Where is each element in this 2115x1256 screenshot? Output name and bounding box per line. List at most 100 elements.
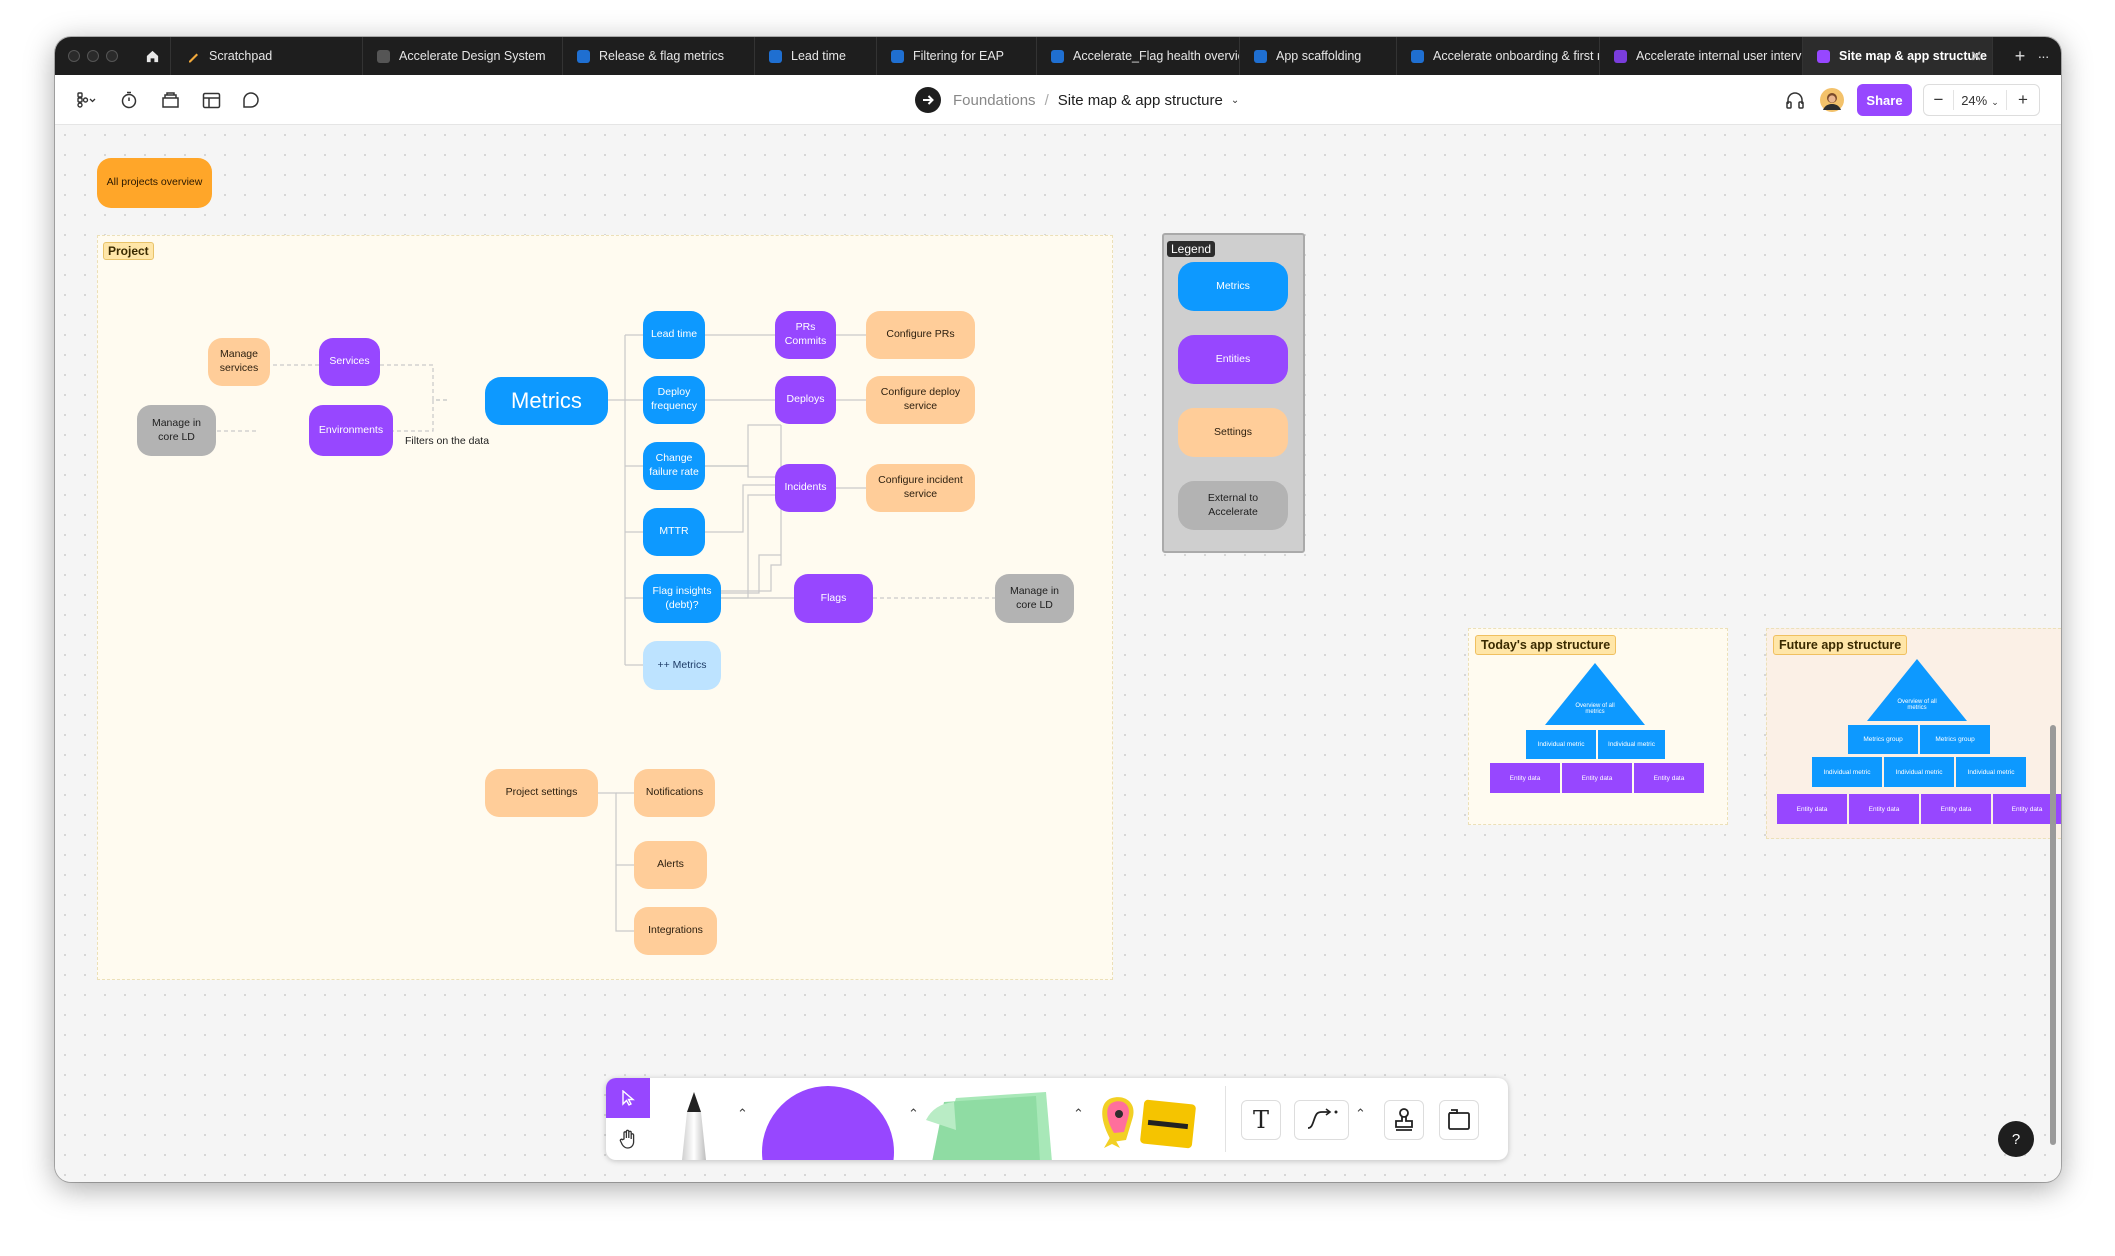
home-icon: [146, 50, 159, 62]
legend-external: External to Accelerate: [1178, 481, 1288, 530]
window-minimize-dot[interactable]: [87, 50, 99, 62]
manage-services-node[interactable]: Manage services: [208, 338, 270, 386]
mttr-node[interactable]: MTTR: [643, 508, 705, 556]
window-zoom-dot[interactable]: [106, 50, 118, 62]
services-node[interactable]: Services: [319, 338, 380, 386]
dock-divider: [1225, 1086, 1226, 1152]
section-tool[interactable]: [1439, 1100, 1479, 1140]
chevron-up-icon[interactable]: ⌃: [1355, 1106, 1366, 1122]
text-t-icon: T: [1252, 1106, 1269, 1134]
flags-node[interactable]: Flags: [794, 574, 873, 623]
deploy-frequency-node[interactable]: Deploy frequency: [643, 376, 705, 424]
environments-node[interactable]: Environments: [309, 405, 393, 456]
zoom-out-button[interactable]: −: [1924, 90, 1954, 110]
today-entity-block: Entity data: [1562, 763, 1632, 793]
prs-commits-node[interactable]: PRs Commits: [775, 311, 836, 359]
filters-on-the-data-label: Filters on the data: [405, 435, 490, 447]
today-entity-block: Entity data: [1634, 763, 1704, 793]
toolbar: Foundations / Site map & app structure ⌄…: [55, 75, 2061, 125]
tab-site-map-app-structure[interactable]: Site map & app structure ✕: [1803, 37, 1993, 75]
today-overview-label: Overview of all metrics: [1575, 703, 1615, 715]
chevron-down-icon: ⌄: [1991, 96, 1999, 107]
chevron-up-icon[interactable]: ⌃: [908, 1106, 919, 1122]
metrics-hub-node[interactable]: Metrics: [485, 377, 608, 425]
section-icon: [1448, 1109, 1470, 1130]
future-app-structure-label: Future app structure: [1773, 635, 1908, 655]
lead-time-node[interactable]: Lead time: [643, 311, 705, 359]
tab-flag-health-overview[interactable]: Accelerate_Flag health overview: [1037, 37, 1240, 75]
stickers-icon[interactable]: [1094, 1092, 1204, 1160]
tab-menu-button[interactable]: ···: [2025, 37, 2061, 75]
hand-tool[interactable]: [606, 1118, 650, 1160]
chevron-up-icon[interactable]: ⌃: [1073, 1106, 1084, 1122]
help-button[interactable]: ?: [1998, 1121, 2034, 1157]
project-settings-node[interactable]: Project settings: [485, 769, 598, 817]
configure-incident-service-node[interactable]: Configure incident service: [866, 464, 975, 512]
future-entity-block: Entity data: [1777, 794, 1847, 824]
user-avatar[interactable]: [1819, 88, 1845, 112]
tab-accelerate-design-system[interactable]: Accelerate Design System: [363, 37, 563, 75]
library-icon: [161, 92, 179, 108]
flag-insights-node[interactable]: Flag insights (debt)?: [643, 574, 721, 623]
audio-button[interactable]: [1780, 88, 1810, 112]
connector-tool[interactable]: [1294, 1100, 1349, 1140]
arrow-logo-icon: [923, 95, 934, 105]
stamp-tool[interactable]: [1384, 1100, 1424, 1140]
notifications-node[interactable]: Notifications: [634, 769, 715, 817]
hand-icon: [619, 1129, 635, 1149]
future-metric-block: Individual metric: [1956, 757, 2026, 787]
vertical-scrollbar[interactable]: [2050, 725, 2056, 1145]
timer-button[interactable]: [115, 88, 143, 112]
home-tab[interactable]: [135, 37, 171, 75]
tab-lead-time[interactable]: Lead time: [755, 37, 877, 75]
configure-prs-node[interactable]: Configure PRs: [866, 311, 975, 359]
tab-internal-user-interviews[interactable]: Accelerate internal user interviews: [1600, 37, 1803, 75]
zoom-in-button[interactable]: +: [2006, 90, 2039, 110]
file-title[interactable]: Site map & app structure: [1058, 92, 1223, 109]
tab-accelerate-onboarding[interactable]: Accelerate onboarding & first run: [1397, 37, 1600, 75]
integrations-node[interactable]: Integrations: [634, 907, 717, 955]
timer-icon: [121, 91, 137, 109]
select-tool[interactable]: [606, 1078, 650, 1118]
alerts-node[interactable]: Alerts: [634, 841, 707, 889]
manage-in-core-ld-node[interactable]: Manage in core LD: [137, 405, 216, 456]
tab-app-scaffolding[interactable]: App scaffolding: [1240, 37, 1397, 75]
chevron-down-icon[interactable]: ⌄: [1231, 95, 1239, 106]
marker-pen-icon[interactable]: [674, 1090, 714, 1160]
whiteboard-canvas[interactable]: All projects overview Project Manage ser…: [55, 125, 2061, 1182]
slides-file-icon: [1817, 49, 1830, 63]
legend-title: Legend: [1167, 241, 1216, 257]
tab-filtering-for-eap[interactable]: Filtering for EAP: [877, 37, 1037, 75]
close-tab-icon[interactable]: ✕: [1970, 48, 1982, 65]
sticky-note-icon[interactable]: [926, 1090, 1056, 1160]
shape-tool-circle-icon[interactable]: [761, 1078, 895, 1160]
text-tool[interactable]: T: [1241, 1100, 1281, 1140]
incidents-node[interactable]: Incidents: [775, 464, 836, 512]
window-close-dot[interactable]: [68, 50, 80, 62]
library-button[interactable]: [156, 88, 184, 112]
future-metric-block: Individual metric: [1884, 757, 1954, 787]
deploys-node[interactable]: Deploys: [775, 376, 836, 424]
more-metrics-node[interactable]: ++ Metrics: [643, 641, 721, 690]
chevron-up-icon[interactable]: ⌃: [737, 1106, 748, 1122]
main-menu-button[interactable]: [69, 88, 103, 112]
share-button[interactable]: Share: [1857, 84, 1912, 116]
comment-button[interactable]: [237, 88, 265, 112]
figjam-file-icon: [891, 49, 904, 63]
tab-release-flag-metrics[interactable]: Release & flag metrics: [563, 37, 755, 75]
change-failure-rate-node[interactable]: Change failure rate: [643, 442, 705, 490]
team-avatar[interactable]: [915, 87, 941, 113]
configure-deploy-service-node[interactable]: Configure deploy service: [866, 376, 975, 424]
app-window: Scratchpad Accelerate Design System Rele…: [55, 37, 2061, 1182]
zoom-level[interactable]: 24% ⌄: [1954, 93, 2006, 108]
comment-icon: [243, 92, 259, 108]
today-app-structure-section[interactable]: [1468, 628, 1728, 825]
layout-button[interactable]: [197, 88, 225, 112]
all-projects-overview-sticky[interactable]: All projects overview: [97, 158, 212, 208]
manage-in-core-ld-flags-node[interactable]: Manage in core LD: [995, 574, 1074, 623]
tab-scratchpad[interactable]: Scratchpad: [173, 37, 363, 75]
legend-settings: Settings: [1178, 408, 1288, 457]
breadcrumb-team[interactable]: Foundations: [953, 92, 1036, 109]
today-app-structure-label: Today's app structure: [1475, 635, 1617, 655]
pencil-file-icon: [187, 50, 200, 63]
